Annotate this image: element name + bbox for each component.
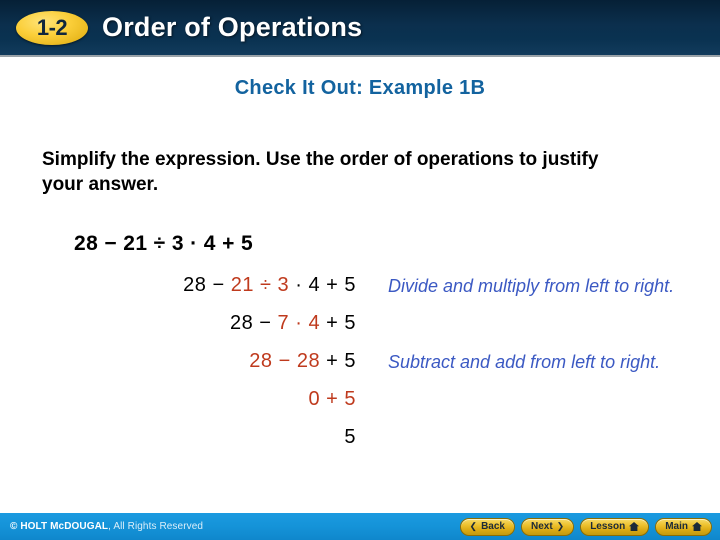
main-button[interactable]: Main	[655, 517, 712, 536]
navigation-buttons: ❮ Back Next ❯ Lesson Main	[459, 517, 712, 536]
annotation-divide-multiply: Divide and multiply from left to right.	[388, 276, 675, 296]
slide-footer: © HOLT McDOUGAL, All Rights Reserved ❮ B…	[0, 513, 720, 540]
step-suffix: + 5	[320, 312, 356, 334]
work-step: 28 − 7 · 4 + 5	[60, 313, 356, 351]
copyright-text: © HOLT McDOUGAL, All Rights Reserved	[10, 521, 203, 532]
home-icon	[692, 522, 702, 531]
instruction-text: Simplify the expression. Use the order o…	[42, 149, 599, 196]
chevron-right-icon: ❯	[556, 521, 565, 531]
work-step: 28 − 28 + 5	[60, 351, 356, 389]
step-highlight: 28 − 28	[249, 350, 321, 372]
step-prefix: 28 −	[230, 312, 278, 334]
copyright-brand: © HOLT McDOUGAL	[10, 521, 109, 532]
lesson-number-label: 1-2	[36, 14, 68, 40]
step-highlight: 21 ÷ 3	[230, 274, 290, 296]
lesson-number-badge: 1-2	[16, 10, 88, 45]
step-suffix: · 4 + 5	[289, 274, 356, 296]
page-title: Order of Operations	[102, 12, 363, 42]
slide-content: Check It Out: Example 1B Simplify the ex…	[0, 57, 720, 513]
work-step: 28 − 21 ÷ 3 · 4 + 5	[60, 275, 356, 313]
back-button-label: Back	[481, 520, 505, 532]
back-button[interactable]: ❮ Back	[459, 517, 515, 536]
step-prefix: 28 −	[183, 274, 231, 296]
step-suffix: + 5	[320, 350, 356, 372]
main-expression: 28 − 21 ÷ 3 · 4 + 5	[74, 232, 254, 255]
copyright-rest: , All Rights Reserved	[108, 521, 204, 532]
chevron-left-icon: ❮	[469, 521, 478, 531]
slide-header: 1-2 Order of Operations	[0, 0, 720, 57]
step-highlight: 7 · 4	[277, 312, 321, 334]
annotation-subtract-add: Subtract and add from left to right.	[388, 352, 661, 372]
main-button-label: Main	[665, 520, 688, 532]
lesson-button[interactable]: Lesson	[580, 517, 650, 536]
answer-value: 5	[344, 426, 356, 448]
final-answer: 5	[60, 427, 356, 465]
next-button[interactable]: Next ❯	[520, 517, 575, 536]
example-subtitle: Check It Out: Example 1B	[234, 77, 486, 99]
home-icon	[629, 522, 640, 531]
step-highlight: 0 + 5	[308, 388, 356, 410]
next-button-label: Next	[530, 520, 553, 532]
lesson-button-label: Lesson	[590, 520, 626, 532]
work-step: 0 + 5	[60, 389, 356, 427]
work-steps-list: 28 − 21 ÷ 3 · 4 + 5 28 − 7 · 4 + 5 28 − …	[60, 275, 356, 465]
